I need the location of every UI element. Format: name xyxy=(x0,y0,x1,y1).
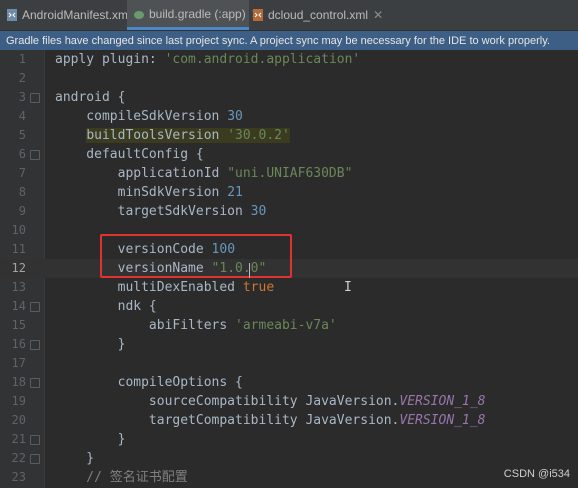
code-line: 15 abiFilters 'armeabi-v7a' xyxy=(0,316,578,335)
code-text: sourceCompatibility JavaVersion.VERSION_… xyxy=(55,394,486,409)
code-line: 4 compileSdkVersion 30 xyxy=(0,107,578,126)
code-text: compileOptions { xyxy=(55,375,243,390)
fold-marker-icon[interactable] xyxy=(30,302,40,312)
line-number: 22 xyxy=(11,451,26,465)
code-text: multiDexEnabled true xyxy=(55,280,275,295)
gradle-sync-banner: Gradle files have changed since last pro… xyxy=(0,31,578,50)
line-number: 13 xyxy=(11,280,26,294)
line-number: 18 xyxy=(11,375,26,389)
line-number: 12 xyxy=(11,261,26,275)
code-line: 22 } xyxy=(0,449,578,468)
code-line: 17 xyxy=(0,354,578,373)
code-line: 7 applicationId "uni.UNIAF630DB" xyxy=(0,164,578,183)
line-number: 4 xyxy=(18,109,26,123)
text-cursor-icon: I xyxy=(344,280,352,295)
line-number: 16 xyxy=(11,337,26,351)
code-line: 16 } xyxy=(0,335,578,354)
fold-marker-icon[interactable] xyxy=(30,454,40,464)
line-number: 21 xyxy=(11,432,26,446)
code-line: 8 minSdkVersion 21 xyxy=(0,183,578,202)
line-number: 23 xyxy=(11,470,26,484)
tab-android-manifest[interactable]: AndroidManifest.xml ✕ xyxy=(0,0,146,30)
fold-marker-icon[interactable] xyxy=(30,340,40,350)
line-number: 17 xyxy=(11,356,26,370)
code-line: 3 android { xyxy=(0,88,578,107)
tab-label: AndroidManifest.xml xyxy=(22,8,131,22)
line-number: 7 xyxy=(18,166,26,180)
line-number: 8 xyxy=(18,185,26,199)
line-number: 19 xyxy=(11,394,26,408)
banner-message: Gradle files have changed since last pro… xyxy=(6,34,550,47)
tab-label: build.gradle (:app) xyxy=(149,6,246,21)
editor-tab-bar: AndroidManifest.xml ✕ build.gradle (:app… xyxy=(0,0,578,31)
code-text: ndk { xyxy=(55,299,157,314)
code-text: } xyxy=(55,432,126,447)
code-line: 19 sourceCompatibility JavaVersion.VERSI… xyxy=(0,392,578,411)
code-text: abiFilters 'armeabi-v7a' xyxy=(55,318,337,333)
line-number: 6 xyxy=(18,147,26,161)
fold-marker-icon[interactable] xyxy=(30,435,40,445)
line-number: 15 xyxy=(11,318,26,332)
watermark: CSDN @i534 xyxy=(503,468,570,480)
highlight-box xyxy=(100,234,292,278)
code-line: 18 compileOptions { xyxy=(0,373,578,392)
line-number: 3 xyxy=(18,90,26,104)
fold-marker-icon[interactable] xyxy=(30,378,40,388)
line-number: 14 xyxy=(11,299,26,313)
code-text: minSdkVersion 21 xyxy=(55,185,243,200)
code-text: } xyxy=(55,337,126,352)
code-line: 6 defaultConfig { xyxy=(0,145,578,164)
line-number: 10 xyxy=(11,223,26,237)
tab-label: dcloud_control.xml xyxy=(268,8,369,22)
code-text: defaultConfig { xyxy=(55,147,204,162)
line-number: 20 xyxy=(11,413,26,427)
fold-marker-icon[interactable] xyxy=(30,93,40,103)
code-text: android { xyxy=(55,90,126,105)
tab-build-gradle[interactable]: build.gradle (:app) ✕ xyxy=(127,0,261,30)
code-text: targetSdkVersion 30 xyxy=(55,204,267,219)
line-number: 9 xyxy=(18,204,26,218)
line-number: 5 xyxy=(18,128,26,142)
text-caret xyxy=(249,263,250,278)
code-line: 21 } xyxy=(0,430,578,449)
tab-dcloud-control[interactable]: dcloud_control.xml ✕ xyxy=(248,0,383,30)
code-line: 5 buildToolsVersion '30.0.2' xyxy=(0,126,578,145)
code-line: 9 targetSdkVersion 30 xyxy=(0,202,578,221)
code-text: targetCompatibility JavaVersion.VERSION_… xyxy=(55,413,486,428)
line-number: 11 xyxy=(11,242,26,256)
code-text: applicationId "uni.UNIAF630DB" xyxy=(55,166,353,181)
gradle-file-icon xyxy=(133,7,145,21)
code-line: 20 targetCompatibility JavaVersion.VERSI… xyxy=(0,411,578,430)
code-line: 13 multiDexEnabled true xyxy=(0,278,578,297)
close-icon[interactable]: ✕ xyxy=(373,8,383,22)
code-text: } xyxy=(55,451,95,466)
code-line: 1 apply plugin: 'com.android.application… xyxy=(0,50,578,69)
code-text: compileSdkVersion 30 xyxy=(55,109,243,124)
xml-file-icon xyxy=(252,8,264,22)
line-number: 2 xyxy=(18,71,26,85)
code-line: 2 xyxy=(0,69,578,88)
code-line: 14 ndk { xyxy=(0,297,578,316)
code-text: buildToolsVersion '30.0.2' xyxy=(86,128,290,143)
fold-marker-icon[interactable] xyxy=(30,150,40,160)
code-text: apply plugin: 'com.android.application' xyxy=(55,52,361,67)
xml-file-icon xyxy=(6,8,18,22)
code-comment: // 签名证书配置 xyxy=(55,470,188,485)
code-line: 23 // 签名证书配置 xyxy=(0,468,578,487)
line-number: 1 xyxy=(18,52,26,66)
